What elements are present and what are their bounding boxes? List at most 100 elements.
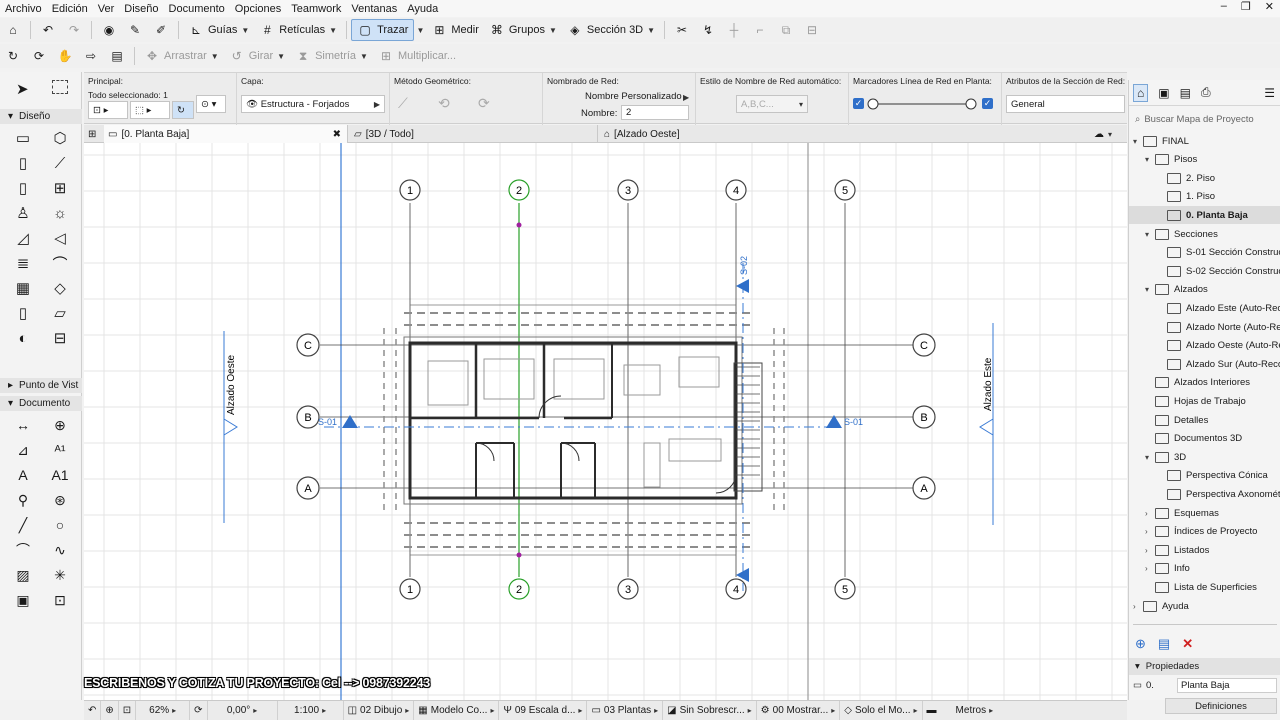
propiedades-header[interactable]: ▾ Propiedades [1129, 658, 1280, 675]
navigator-item[interactable]: Perspectiva Axonométric [1129, 485, 1280, 503]
zoom-field[interactable]: 62% ▸ [136, 700, 191, 720]
navigator-item[interactable]: › Info [1129, 560, 1280, 578]
corner-window-tool-icon[interactable]: ⊟ [49, 327, 71, 349]
pan-button[interactable]: ✋ [52, 45, 78, 67]
shell-tool-icon[interactable]: ◁ [49, 227, 71, 249]
figure-tool-icon[interactable]: ▣ [12, 589, 34, 611]
nombrado-value[interactable]: Nombre Personalizado [585, 91, 682, 102]
close-icon[interactable]: ✕ [1265, 0, 1274, 13]
settings-icon[interactable]: ▤ [1158, 636, 1170, 652]
fillet-button[interactable]: ⌐ [747, 19, 773, 41]
expand-arrow-icon[interactable]: › [1145, 546, 1155, 555]
view-map-icon[interactable]: ▣ [1158, 86, 1169, 100]
slab-tool-icon[interactable]: ⬡ [49, 127, 71, 149]
navigator-item[interactable]: ▾ Secciones [1129, 225, 1280, 243]
project-map-icon[interactable]: ⌂ [1133, 83, 1149, 102]
multiplicar-button[interactable]: ⊞ Multiplicar... [373, 45, 461, 67]
marquee-filter[interactable]: ⬚ ▸ [130, 101, 170, 119]
roof-tool-icon[interactable]: ◿ [12, 227, 34, 249]
navigator-item[interactable]: ▾ 3D [1129, 448, 1280, 466]
curtain-wall-tool-icon[interactable]: ▦ [12, 277, 34, 299]
plantas-combo[interactable]: ▭ 03 Plantas ▸ [587, 700, 664, 720]
text-tool-icon[interactable]: A [12, 464, 34, 486]
navigator-item[interactable]: Detalles [1129, 411, 1280, 429]
skylight-tool-icon[interactable]: ▯ [12, 302, 34, 324]
layout-book-icon[interactable]: ▤ [1180, 86, 1191, 100]
units-combo[interactable]: ▬ Metros ▸ [923, 701, 998, 720]
tab-planta-baja[interactable]: ▭ [0. Planta Baja] ✖ [104, 125, 348, 143]
menu-icon[interactable]: ☰ [1264, 86, 1275, 100]
undo-button[interactable]: ↶ [35, 19, 61, 41]
navigator-item[interactable]: ▾ FINAL [1129, 132, 1280, 150]
menu-teamwork[interactable]: Teamwork [286, 3, 346, 15]
window-tool-icon[interactable]: ⊞ [49, 177, 71, 199]
circle-tool-icon[interactable]: ○ [49, 514, 71, 536]
toolbox-punto-vista-header[interactable]: ▸ Punto de Vist [0, 378, 82, 393]
navigator-search[interactable]: ⌕ Buscar Mapa de Proyecto [1129, 110, 1280, 128]
expand-arrow-icon[interactable]: ▾ [1145, 453, 1155, 462]
tab-3d-todo[interactable]: ▱ [3D / Todo] [350, 125, 598, 143]
navigator-item[interactable]: Alzado Oeste (Auto-Rec [1129, 337, 1280, 355]
toolbox-documento-header[interactable]: ▾ Documento [0, 396, 82, 411]
tab-alzado-oeste[interactable]: ⌂ [Alzado Oeste] [600, 125, 850, 143]
rotate-view-button[interactable]: ↻ [0, 45, 26, 67]
intersect-button[interactable]: ┼ [721, 19, 747, 41]
prop-name-field[interactable]: Planta Baja [1177, 678, 1277, 693]
trim-button[interactable]: ✂ [669, 19, 695, 41]
document-button[interactable]: ▤ [104, 45, 130, 67]
undo-zoom-button[interactable]: ↶ [84, 700, 102, 720]
trazar-dropdown[interactable]: ▼ [414, 19, 426, 41]
rotation-button[interactable]: ⟳ [190, 700, 208, 720]
trazar-button[interactable]: ▢ Trazar [351, 19, 415, 41]
navigator-item[interactable]: 0. Planta Baja [1129, 206, 1280, 225]
marker-start-checkbox[interactable]: ✓ [853, 98, 864, 109]
circle-method-icon[interactable]: ⟳ [478, 95, 490, 112]
layer-combo[interactable]: ◫ 02 Dibujo ▸ [344, 700, 415, 720]
menu-ventanas[interactable]: Ventanas [346, 3, 402, 15]
reticulas-button[interactable]: # Retículas ▼ [254, 19, 342, 41]
definiciones-button[interactable]: Definiciones [1165, 698, 1277, 714]
wall-tool-icon[interactable]: ▭ [12, 127, 34, 149]
fit-window-button[interactable]: ⊡ [119, 700, 137, 720]
hotspot-tool-icon[interactable]: ✳ [49, 564, 71, 586]
selection-filter[interactable]: ⊡ ▸ [88, 101, 128, 119]
menu-archivo[interactable]: Archivo [0, 3, 47, 15]
navigator-item[interactable]: 1. Piso [1129, 188, 1280, 206]
stair-tool-icon[interactable]: ≣ [12, 252, 34, 274]
explode-button[interactable]: ⧉ [773, 19, 799, 41]
expand-arrow-icon[interactable]: ▾ [1145, 155, 1155, 164]
column-tool-icon[interactable]: ▯ [12, 152, 34, 174]
navigator-item[interactable]: Hojas de Trabajo [1129, 392, 1280, 410]
simetria-button[interactable]: ⧗ Simetría ▼ [290, 45, 373, 67]
expand-arrow-icon[interactable]: ▾ [1145, 230, 1155, 239]
navigator-item[interactable]: Documentos 3D [1129, 430, 1280, 448]
navigator-item[interactable]: › Índices de Proyecto [1129, 523, 1280, 541]
toolbox-diseno-header[interactable]: ▾ Diseño [0, 109, 82, 124]
override-combo[interactable]: ◪ Sin Sobrescr... ▸ [663, 700, 757, 720]
arrastrar-button[interactable]: ✥ Arrastrar ▼ [139, 45, 224, 67]
export-button[interactable]: ⇨ [78, 45, 104, 67]
straight-method-icon[interactable]: ⟋ [398, 95, 408, 112]
syringe-button[interactable]: ✐ [148, 19, 174, 41]
menu-ver[interactable]: Ver [93, 3, 120, 15]
expand-arrow-icon[interactable]: ▾ [1133, 137, 1143, 146]
menu-edicion[interactable]: Edición [47, 3, 93, 15]
adjust-button[interactable]: ↯ [695, 19, 721, 41]
hatch-tool-icon[interactable]: ▨ [12, 564, 34, 586]
publisher-icon[interactable]: ⎙ [1201, 85, 1211, 100]
door-tool-icon[interactable]: ▯ [12, 177, 34, 199]
grupos-button[interactable]: ⌘ Grupos ▼ [484, 19, 562, 41]
navigator-item[interactable]: S-02 Sección Constructi [1129, 262, 1280, 280]
split-button[interactable]: ⊟ [799, 19, 825, 41]
navigator-item[interactable]: Lista de Superficies [1129, 578, 1280, 596]
arc-method-icon[interactable]: ⟲ [438, 95, 450, 112]
renovation-combo[interactable]: ⚙ 00 Mostrar... ▸ [757, 700, 841, 720]
menu-documento[interactable]: Documento [164, 3, 230, 15]
drawing-tool-icon[interactable]: ⊡ [49, 589, 71, 611]
navigator-item[interactable]: Alzado Norte (Auto-Rec [1129, 318, 1280, 336]
tab-overview-button[interactable]: ⊞ [84, 125, 102, 143]
navigator-item[interactable]: Alzados Interiores [1129, 374, 1280, 392]
menu-opciones[interactable]: Opciones [230, 3, 286, 15]
navigator-item[interactable]: ▾ Alzados [1129, 281, 1280, 299]
polyline-tool-icon[interactable]: ⌒ [12, 539, 34, 561]
